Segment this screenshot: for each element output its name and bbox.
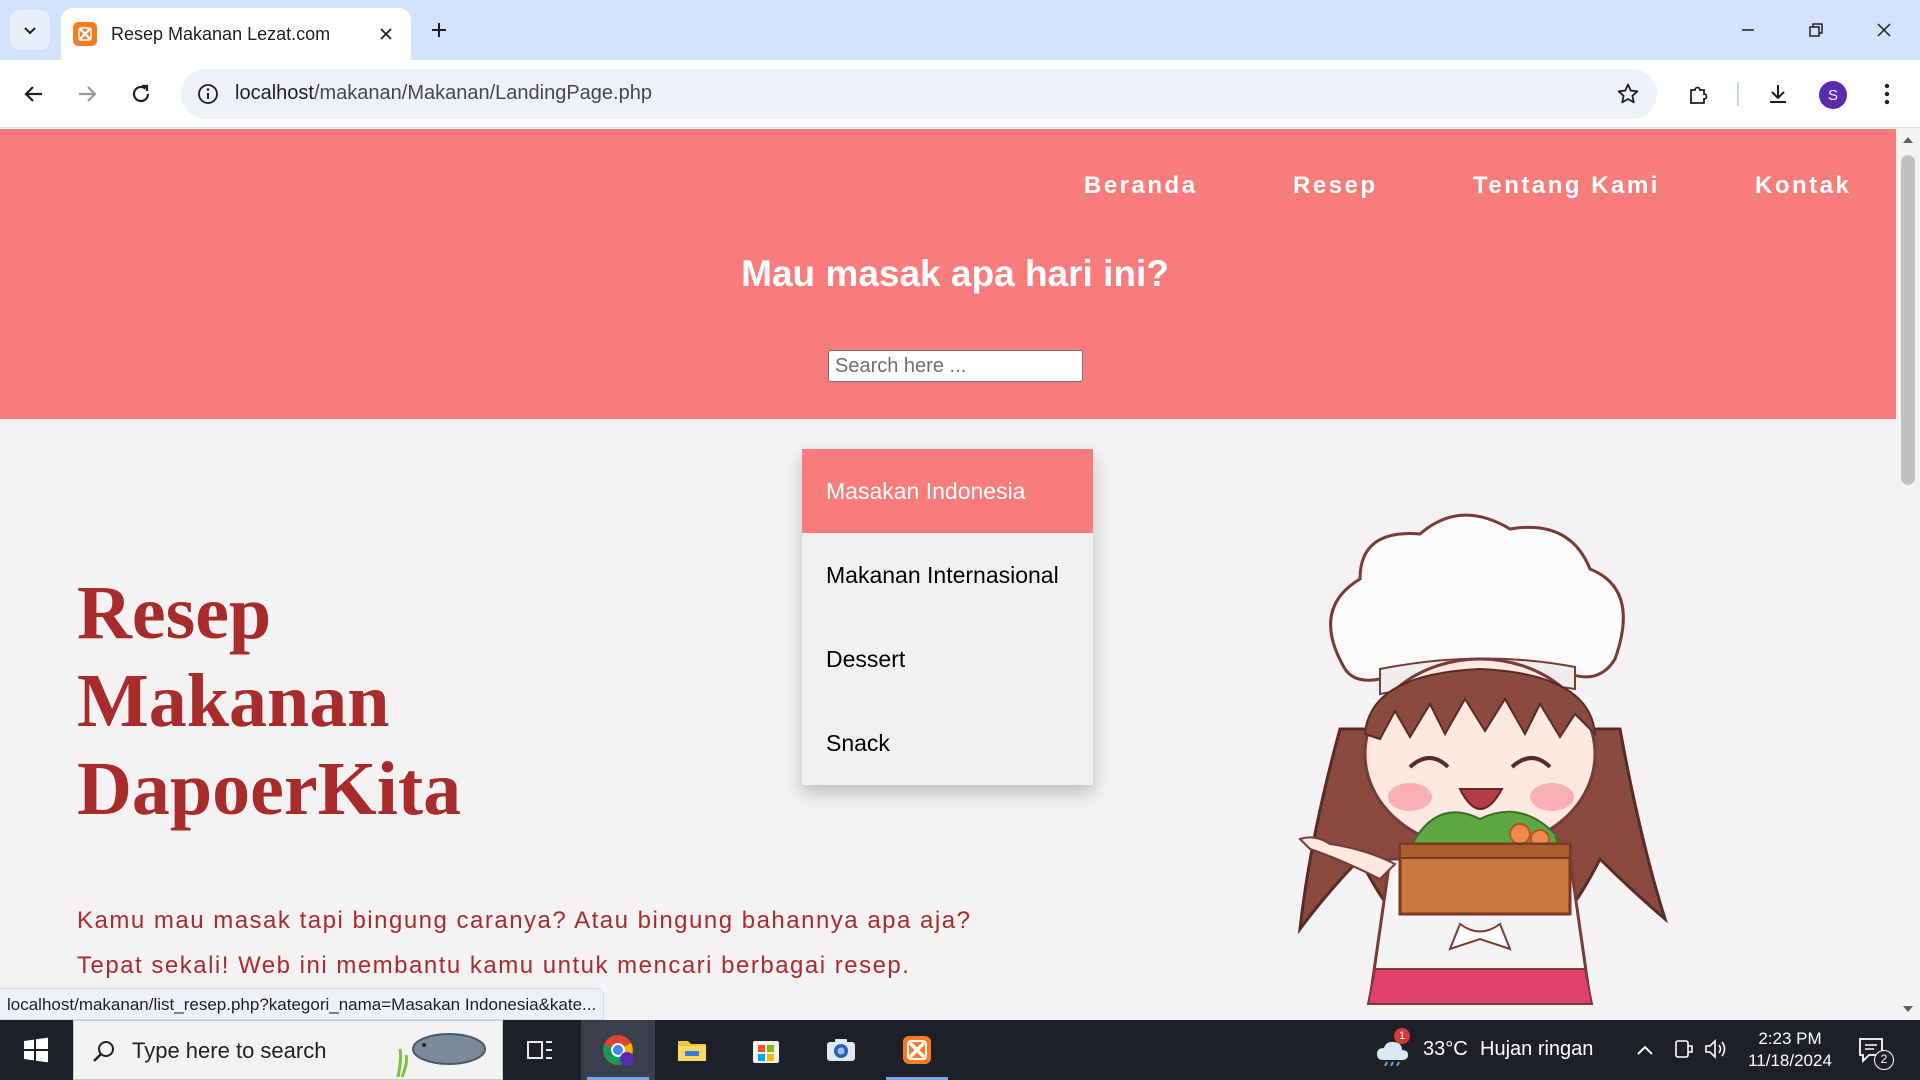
hero-title-line: Makanan [77, 659, 390, 743]
category-item-makanan-internasional[interactable]: Makanan Internasional [802, 533, 1093, 617]
manatee-search-highlight-icon [396, 1033, 486, 1078]
toolbar-divider [1737, 82, 1739, 106]
temperature-text: 33°C [1423, 1038, 1468, 1060]
nav-link-kontak[interactable]: Kontak [1755, 172, 1851, 200]
hero-description-line-2: Tepat sekali! Web ini membantu kamu untu… [77, 952, 911, 979]
category-item-dessert[interactable]: Dessert [802, 617, 1093, 701]
scroll-down-arrow-icon[interactable] [1902, 1004, 1914, 1014]
volume-icon[interactable] [1704, 1038, 1728, 1060]
xampp-favicon-icon [73, 22, 97, 46]
browser-tab-active[interactable]: Resep Makanan Lezat.com [61, 8, 411, 60]
scroll-thumb[interactable] [1901, 155, 1915, 485]
nav-link-resep[interactable]: Resep [1293, 172, 1378, 200]
file-explorer-icon[interactable] [655, 1020, 729, 1080]
page-scrollbar[interactable] [1896, 129, 1920, 1020]
scroll-up-arrow-icon[interactable] [1902, 135, 1914, 145]
tray-chevron-up-icon[interactable] [1636, 1044, 1654, 1056]
url-host: localhost [235, 82, 314, 104]
nav-link-beranda[interactable]: Beranda [1084, 172, 1198, 200]
windows-taskbar: Type here to search 1 33°C Hujan ringan … [0, 1020, 1920, 1080]
new-tab-plus-icon[interactable] [423, 14, 455, 46]
url-text[interactable]: localhost/makanan/Makanan/LandingPage.ph… [235, 82, 652, 105]
page-viewport: Beranda Resep Tentang Kami Kontak Mau ma… [0, 129, 1896, 1020]
browser-tabstrip: Resep Makanan Lezat.com [0, 0, 1920, 60]
weather-alert-badge: 1 [1394, 1028, 1410, 1044]
forward-arrow-icon[interactable] [67, 74, 107, 114]
hero-title: Resep Makanan DapoerKita [77, 569, 461, 833]
site-header: Beranda Resep Tentang Kami Kontak Mau ma… [0, 129, 1896, 419]
clock-date: 11/18/2024 [1748, 1051, 1832, 1070]
category-item-masakan-indonesia[interactable]: Masakan Indonesia [802, 449, 1093, 533]
minimize-icon[interactable] [1720, 8, 1776, 52]
address-bar[interactable]: localhost/makanan/Makanan/LandingPage.ph… [181, 69, 1657, 119]
tab-close-icon[interactable] [371, 19, 401, 49]
site-info-icon[interactable] [193, 79, 223, 109]
nav-link-tentang-kami[interactable]: Tentang Kami [1473, 172, 1660, 200]
bookmark-star-icon[interactable] [1613, 79, 1643, 109]
network-icon[interactable] [1672, 1038, 1694, 1060]
hero-title-line: DapoerKita [77, 747, 462, 831]
download-icon[interactable] [1758, 74, 1798, 114]
recipe-search-input[interactable] [828, 350, 1083, 382]
close-window-icon[interactable] [1856, 8, 1912, 52]
task-view-icon[interactable] [503, 1020, 577, 1080]
reload-icon[interactable] [121, 74, 161, 114]
category-dropdown: Masakan Indonesia Makanan Internasional … [802, 449, 1093, 785]
taskbar-search-placeholder: Type here to search [132, 1038, 327, 1063]
xampp-taskbar-icon[interactable] [880, 1020, 954, 1080]
microsoft-store-icon[interactable] [729, 1020, 803, 1080]
browser-toolbar: localhost/makanan/Makanan/LandingPage.ph… [0, 60, 1920, 128]
menu-kebab-icon[interactable] [1867, 74, 1907, 114]
hero-title-line: Resep [77, 571, 272, 655]
tab-title: Resep Makanan Lezat.com [111, 23, 331, 44]
extensions-puzzle-icon[interactable] [1679, 74, 1719, 114]
tab-search-button[interactable] [10, 10, 50, 50]
camera-app-icon[interactable] [804, 1020, 878, 1080]
status-bar-url: localhost/makanan/list_resep.php?kategor… [0, 988, 605, 1020]
chrome-taskbar-icon[interactable] [581, 1020, 655, 1080]
taskbar-search-box[interactable]: Type here to search [73, 1020, 503, 1080]
notification-count-badge: 2 [1874, 1050, 1894, 1070]
restore-icon[interactable] [1788, 8, 1844, 52]
category-item-snack[interactable]: Snack [802, 701, 1093, 785]
back-arrow-icon[interactable] [14, 74, 54, 114]
search-icon [93, 1041, 114, 1062]
chevron-down-icon [24, 27, 36, 35]
chef-girl-illustration [1297, 513, 1668, 1005]
windows-start-icon[interactable] [0, 1020, 72, 1080]
url-path: /makanan/Makanan/LandingPage.php [313, 82, 652, 104]
weather-description: Hujan ringan [1480, 1038, 1594, 1060]
header-title: Mau masak apa hari ini? [741, 253, 1169, 294]
clock-time: 2:23 PM [1758, 1029, 1822, 1048]
hero-description-line-1: Kamu mau masak tapi bingung caranya? Ata… [77, 907, 972, 934]
profile-avatar[interactable]: S [1819, 81, 1847, 109]
taskbar-clock[interactable]: 2:23 PM 11/18/2024 [1740, 1028, 1840, 1072]
